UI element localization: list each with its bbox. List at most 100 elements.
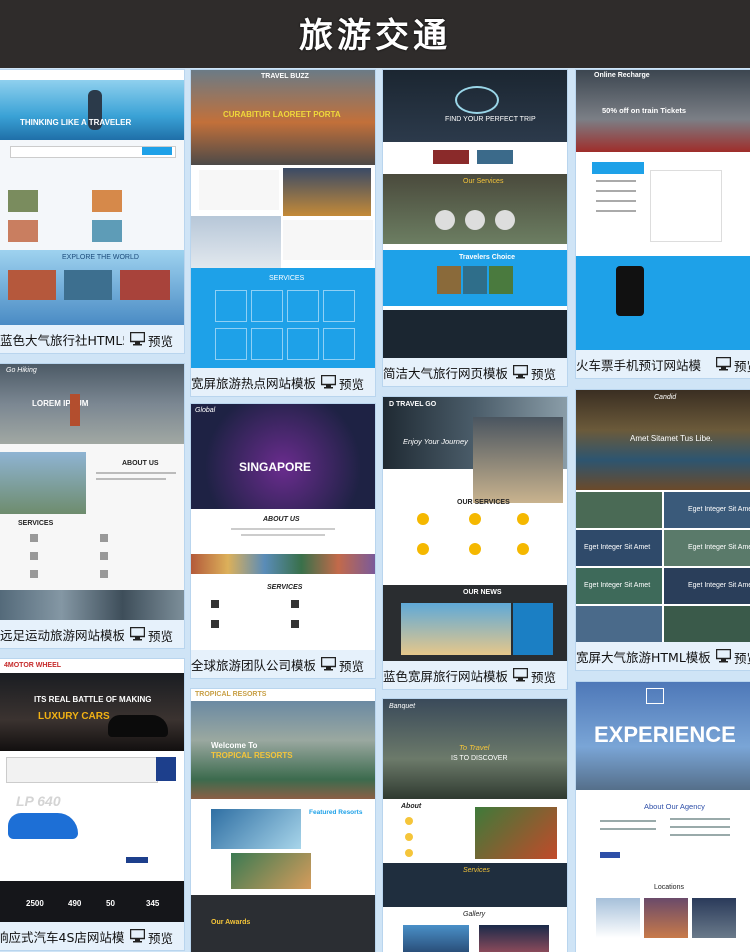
preview-button[interactable]: 预览 [710, 350, 750, 378]
template-title: 远足运动旅游网站模板 [0, 628, 126, 643]
tile-text: Eget Integer Sit Amet [688, 506, 750, 513]
hero-text: Amet Sitamet Tus Libe. [630, 434, 713, 443]
template-thumbnail[interactable]: Candid Amet Sitamet Tus Libe. Eget Integ… [576, 390, 750, 642]
brand-logo: TRAVEL BUZZ [261, 73, 309, 80]
brand-logo: Global [195, 407, 216, 414]
section-title: About Our Agency [644, 802, 705, 811]
preview-label: 预览 [531, 670, 557, 685]
section-title: About [401, 803, 422, 810]
hero-text: ITS REAL BATTLE OF MAKING [34, 695, 152, 704]
preview-button[interactable]: 预览 [507, 358, 567, 386]
section-title: SERVICES [269, 275, 305, 282]
template-card-5[interactable]: Go Hiking LOREM IPSUM ABOUT US SERVICES … [0, 364, 184, 648]
preview-button[interactable]: 预览 [507, 661, 567, 689]
monitor-icon [321, 657, 336, 671]
preview-label: 预览 [734, 651, 750, 666]
hero-text: Welcome To [211, 741, 258, 750]
card-caption: 蓝色宽屏旅行网站模板 预览 [383, 661, 567, 689]
template-thumbnail[interactable]: 4MOTOR WHEEL ITS REAL BATTLE OF MAKING L… [0, 659, 184, 922]
brand-logo: 4MOTOR WHEEL [4, 662, 62, 669]
hero-accent: LUXURY CARS [38, 711, 110, 722]
template-thumbnail[interactable]: FIND YOUR PERFECT TRIP Our Services Trav… [383, 70, 567, 358]
section-title: Gallery [463, 911, 486, 918]
hero-text: FIND YOUR PERFECT TRIP [445, 116, 536, 123]
template-card-8[interactable]: Candid Amet Sitamet Tus Libe. Eget Integ… [576, 390, 750, 670]
monitor-icon [716, 357, 731, 371]
template-card-7[interactable]: D TRAVEL GO Enjoy Your Journey OUR SERVI… [383, 397, 567, 689]
section-title: Services [463, 867, 490, 874]
preview-button[interactable]: 预览 [710, 642, 750, 670]
hero-text: 50% off on train Tickets [602, 106, 687, 115]
template-thumbnail[interactable]: D TRAVEL GO Enjoy Your Journey OUR SERVI… [383, 397, 567, 661]
preview-button[interactable]: 预览 [315, 368, 375, 396]
card-caption: 全球旅游团队公司模板 预览 [191, 650, 375, 678]
model-name: LP 640 [16, 793, 61, 809]
brand-logo: Banquet [389, 703, 416, 710]
hero-text: EXPERIENCE [594, 722, 736, 747]
hero-text: CURABITUR LAOREET PORTA [223, 110, 341, 119]
monitor-icon [513, 668, 528, 682]
template-card-12[interactable]: EXPERIENCE About Our Agency Locations [576, 682, 750, 952]
template-card-1[interactable]: THINKING LIKE A TRAVELER EXPLORE THE WOR… [0, 70, 184, 353]
card-caption: 响应式汽车4S店网站模 预览 [0, 922, 184, 950]
hero-subtitle: IS TO DISCOVER [451, 755, 508, 762]
template-card-2[interactable]: TRAVEL BUZZ CURABITUR LAOREET PORTA SERV… [191, 70, 375, 396]
template-card-10[interactable]: TROPICAL RESORTS Welcome To TROPICAL RES… [191, 689, 375, 952]
template-thumbnail[interactable]: TRAVEL BUZZ CURABITUR LAOREET PORTA SERV… [191, 70, 375, 368]
template-thumbnail[interactable]: TROPICAL RESORTS Welcome To TROPICAL RES… [191, 689, 375, 952]
preview-button[interactable]: 预览 [124, 922, 184, 950]
brand-logo: TROPICAL RESORTS [195, 691, 267, 698]
template-title: 宽屏旅游热点网站模板 [191, 376, 317, 391]
stat-value: 50 [106, 899, 115, 908]
section-title: OUR SERVICES [457, 499, 510, 506]
section-title: Featured Resorts [309, 809, 363, 816]
template-thumbnail[interactable]: Online Recharge 50% off on train Tickets [576, 70, 750, 350]
monitor-icon [321, 375, 336, 389]
template-title: 蓝色宽屏旅行网站模板 [383, 669, 509, 684]
monitor-icon [130, 627, 145, 641]
card-caption: 宽屏大气旅游HTML模板 预览 [576, 642, 750, 670]
template-title: 宽屏大气旅游HTML模板 [576, 650, 711, 665]
section-title: Our Awards [211, 919, 251, 926]
brand-logo: D TRAVEL GO [389, 401, 437, 408]
template-card-4[interactable]: Online Recharge 50% off on train Tickets… [576, 70, 750, 378]
template-title: 蓝色大气旅行社HTML5 [0, 333, 131, 348]
hero-text: SINGAPORE [239, 460, 312, 474]
template-thumbnail[interactable]: Go Hiking LOREM IPSUM ABOUT US SERVICES [0, 364, 184, 620]
preview-button[interactable]: 预览 [124, 620, 184, 648]
hero-text: Enjoy Your Journey [403, 437, 468, 446]
template-title: 简洁大气旅行网页模板 [383, 366, 509, 381]
section-title: Locations [654, 884, 684, 891]
template-card-9[interactable]: 4MOTOR WHEEL ITS REAL BATTLE OF MAKING L… [0, 659, 184, 950]
template-thumbnail[interactable]: Global SINGAPORE ABOUT US SERVICES [191, 404, 375, 650]
preview-label: 预览 [148, 334, 174, 349]
section-title: OUR NEWS [463, 589, 502, 596]
brand-logo: Candid [654, 394, 677, 401]
tile-text: Eget Integer Sit Amet [584, 582, 651, 589]
brand-logo: Go Hiking [6, 367, 37, 374]
section-title: SERVICES [18, 520, 54, 527]
template-thumbnail[interactable]: Banquet To Travel IS TO DISCOVER About S… [383, 699, 567, 952]
template-title: 响应式汽车4S店网站模 [0, 930, 125, 945]
section-title: Travelers Choice [459, 254, 516, 261]
template-thumbnail[interactable]: EXPERIENCE About Our Agency Locations [576, 682, 750, 952]
template-thumbnail[interactable]: THINKING LIKE A TRAVELER EXPLORE THE WOR… [0, 70, 184, 325]
section-title: SERVICES [267, 584, 303, 591]
template-card-11[interactable]: Banquet To Travel IS TO DISCOVER About S… [383, 699, 567, 952]
tile-text: Eget Integer Sit Amet [688, 582, 750, 589]
preview-label: 预览 [148, 629, 174, 644]
card-caption: 火车票手机预订网站模 预览 [576, 350, 750, 378]
hero-accent: TROPICAL RESORTS [211, 751, 293, 760]
hero-text: THINKING LIKE A TRAVELER [20, 118, 132, 127]
template-card-6[interactable]: Global SINGAPORE ABOUT US SERVICES 全球旅游团… [191, 404, 375, 678]
preview-label: 预览 [531, 367, 557, 382]
template-card-3[interactable]: FIND YOUR PERFECT TRIP Our Services Trav… [383, 70, 567, 386]
stat-value: 2500 [26, 899, 44, 908]
section-title: Our Services [463, 178, 504, 185]
preview-button[interactable]: 预览 [124, 325, 184, 353]
preview-label: 预览 [734, 359, 750, 374]
section-title: ABOUT US [122, 460, 159, 467]
hero-text: To Travel [459, 743, 490, 752]
preview-label: 预览 [148, 931, 174, 946]
preview-button[interactable]: 预览 [315, 650, 375, 678]
